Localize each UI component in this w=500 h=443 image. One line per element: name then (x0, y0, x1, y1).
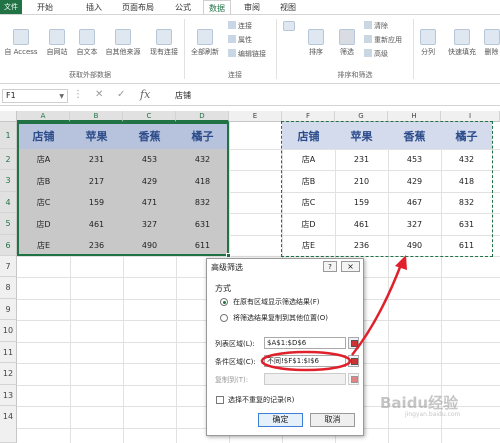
pointer-arrow-line (351, 261, 404, 356)
watermark-logo: Baidu经验 (380, 394, 459, 412)
watermark-url: jingyan.baidu.com (405, 411, 461, 418)
pointer-arrowhead (395, 255, 407, 270)
annotation-overlay (260, 255, 407, 372)
highlight-ellipse (260, 350, 352, 372)
excel-window: 文件 开始 插入 页面布局 公式 数据 审阅 视图 自 Access 自网站 自… (0, 0, 500, 443)
